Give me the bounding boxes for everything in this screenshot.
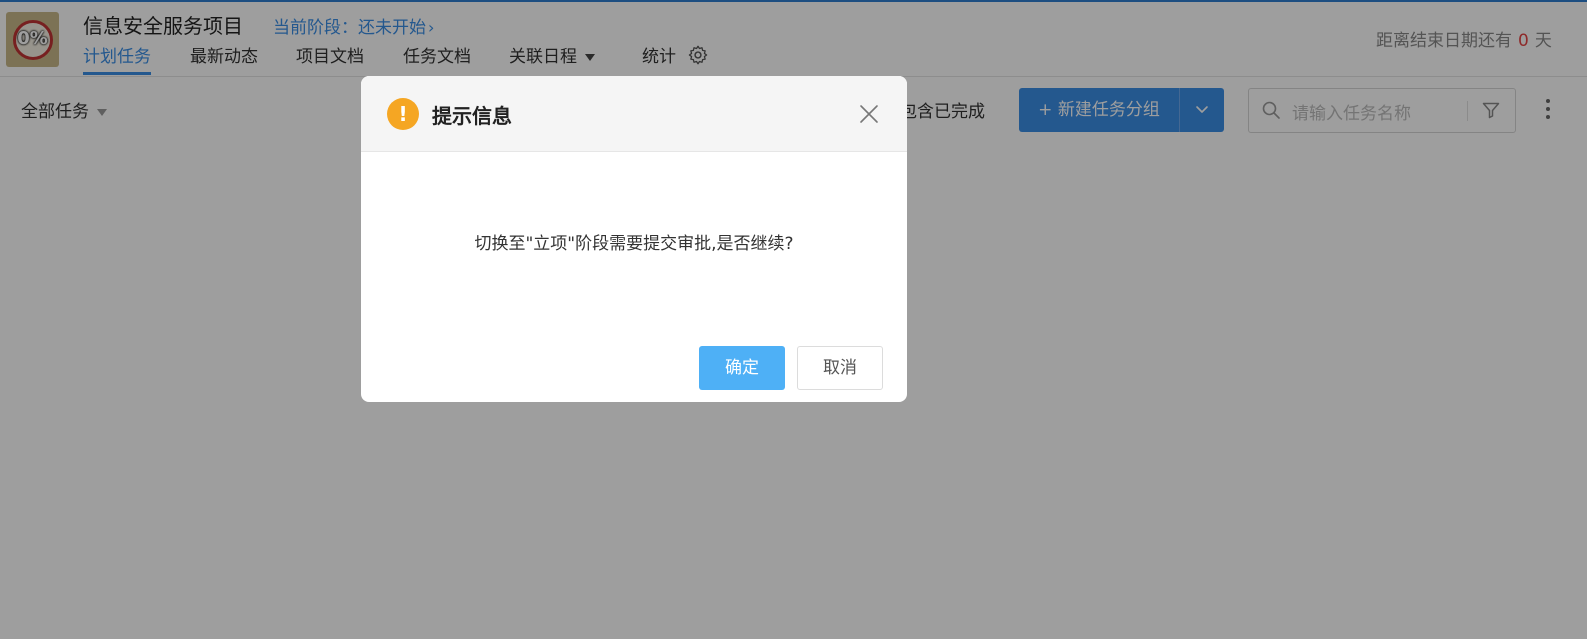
confirm-button[interactable]: 确定 <box>699 346 785 390</box>
warning-icon: ! <box>387 98 419 130</box>
confirm-dialog: ! 提示信息 切换至"立项"阶段需要提交审批,是否继续? 确定 取消 <box>361 76 907 402</box>
dialog-message-text: 切换至"立项"阶段需要提交审批,是否继续? <box>474 234 794 254</box>
close-icon[interactable] <box>858 103 880 125</box>
cancel-button[interactable]: 取消 <box>797 346 883 390</box>
dialog-message: 切换至"立项"阶段需要提交审批,是否继续? <box>361 229 907 254</box>
dialog-title: 提示信息 <box>432 104 512 128</box>
dialog-header: ! 提示信息 <box>361 76 907 152</box>
